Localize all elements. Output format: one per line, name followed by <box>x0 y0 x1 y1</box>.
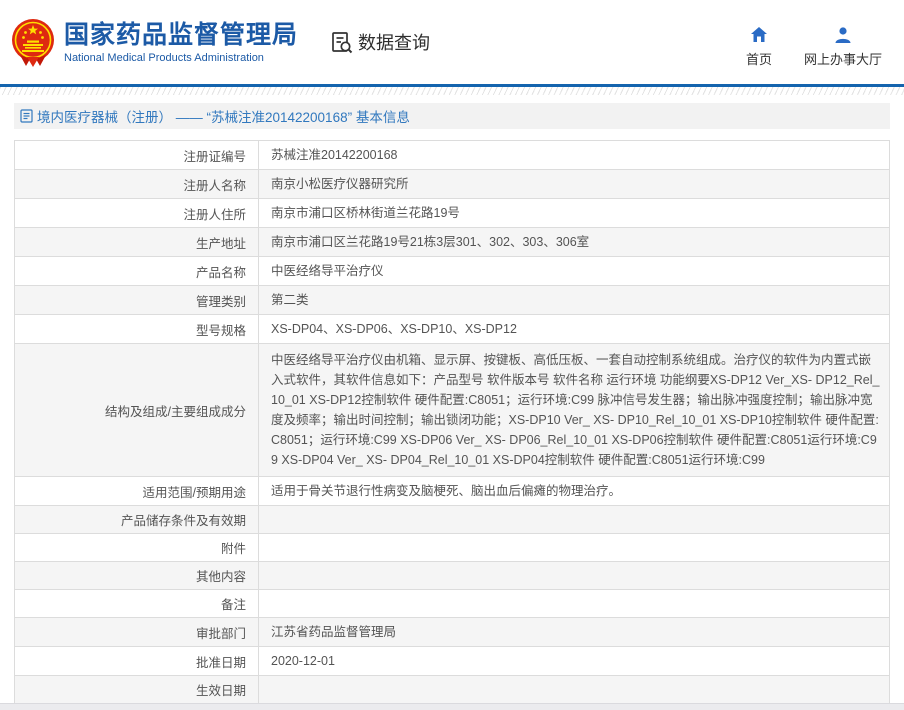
row-value: 适用于骨关节退行性病变及脑梗死、脑出血后偏瘫的物理治疗。 <box>259 477 890 506</box>
data-query-section[interactable]: 数据查询 <box>330 29 430 55</box>
row-value: 南京市浦口区兰花路19号21栋3层301、302、303、306室 <box>259 228 890 257</box>
table-row: 管理类别 第二类 <box>15 286 890 315</box>
nav-item-home[interactable]: 首页 <box>746 26 772 68</box>
table-row: 附件 <box>15 534 890 562</box>
data-query-icon <box>330 30 354 54</box>
row-value: 第二类 <box>259 286 890 315</box>
row-label: 生效日期 <box>15 676 259 704</box>
page-header: 国家药品监督管理局 National Medical Products Admi… <box>0 0 904 84</box>
row-value: 中医经络导平治疗仪 <box>259 257 890 286</box>
row-label: 产品储存条件及有效期 <box>15 506 259 534</box>
row-label: 注册证编号 <box>15 141 259 170</box>
header-nav: 首页 网上办事大厅 <box>746 26 882 68</box>
org-name-en: National Medical Products Administration <box>64 52 298 64</box>
table-row: 适用范围/预期用途 适用于骨关节退行性病变及脑梗死、脑出血后偏瘫的物理治疗。 <box>15 477 890 506</box>
row-label: 审批部门 <box>15 618 259 647</box>
footer-strip <box>0 703 904 710</box>
row-value <box>259 506 890 534</box>
row-value: 南京小松医疗仪器研究所 <box>259 170 890 199</box>
table-row: 其他内容 <box>15 562 890 590</box>
table-row: 型号规格 XS-DP04、XS-DP06、XS-DP10、XS-DP12 <box>15 315 890 344</box>
nav-item-service-hall[interactable]: 网上办事大厅 <box>804 26 882 68</box>
table-row: 批准日期 2020-12-01 <box>15 647 890 676</box>
table-row: 生产地址 南京市浦口区兰花路19号21栋3层301、302、303、306室 <box>15 228 890 257</box>
nav-item-label: 首页 <box>746 49 772 68</box>
table-row: 产品储存条件及有效期 <box>15 506 890 534</box>
info-table-body: 注册证编号 苏械注准20142200168 注册人名称 南京小松医疗仪器研究所 … <box>15 141 890 710</box>
row-value: XS-DP04、XS-DP06、XS-DP10、XS-DP12 <box>259 315 890 344</box>
row-label: 批准日期 <box>15 647 259 676</box>
nmpa-emblem-logo <box>10 17 56 67</box>
row-label: 注册人住所 <box>15 199 259 228</box>
row-value <box>259 534 890 562</box>
person-icon <box>834 26 852 44</box>
breadcrumb-text: 境内医疗器械（注册） —— “苏械注准20142200168” 基本信息 <box>37 106 410 126</box>
row-value <box>259 590 890 618</box>
table-row: 备注 <box>15 590 890 618</box>
home-icon <box>750 26 768 44</box>
table-row: 注册证编号 苏械注准20142200168 <box>15 141 890 170</box>
table-row: 注册人名称 南京小松医疗仪器研究所 <box>15 170 890 199</box>
row-label: 产品名称 <box>15 257 259 286</box>
row-label: 其他内容 <box>15 562 259 590</box>
table-row: 结构及组成/主要组成成分 中医经络导平治疗仪由机箱、显示屏、按键板、高低压板、一… <box>15 344 890 477</box>
hatch-band <box>0 87 904 95</box>
table-row: 注册人住所 南京市浦口区桥林街道兰花路19号 <box>15 199 890 228</box>
row-label: 型号规格 <box>15 315 259 344</box>
row-value: 2020-12-01 <box>259 647 890 676</box>
breadcrumb: 境内医疗器械（注册） —— “苏械注准20142200168” 基本信息 <box>14 103 890 129</box>
row-label: 附件 <box>15 534 259 562</box>
row-value <box>259 562 890 590</box>
row-label: 注册人名称 <box>15 170 259 199</box>
row-value <box>259 676 890 704</box>
row-label: 备注 <box>15 590 259 618</box>
table-row: 生效日期 <box>15 676 890 704</box>
org-name-cn: 国家药品监督管理局 <box>64 21 298 49</box>
document-icon <box>20 109 33 123</box>
row-value: 江苏省药品监督管理局 <box>259 618 890 647</box>
registration-info-table: 注册证编号 苏械注准20142200168 注册人名称 南京小松医疗仪器研究所 … <box>14 140 890 710</box>
nav-item-label: 网上办事大厅 <box>804 49 882 68</box>
table-row: 产品名称 中医经络导平治疗仪 <box>15 257 890 286</box>
table-row: 审批部门 江苏省药品监督管理局 <box>15 618 890 647</box>
org-titles: 国家药品监督管理局 National Medical Products Admi… <box>64 21 298 64</box>
main-content: 境内医疗器械（注册） —— “苏械注准20142200168” 基本信息 注册证… <box>0 103 904 710</box>
row-value: 中医经络导平治疗仪由机箱、显示屏、按键板、高低压板、一套自动控制系统组成。治疗仪… <box>259 344 890 477</box>
row-value: 南京市浦口区桥林街道兰花路19号 <box>259 199 890 228</box>
row-label: 结构及组成/主要组成成分 <box>15 344 259 477</box>
row-label: 适用范围/预期用途 <box>15 477 259 506</box>
data-query-label: 数据查询 <box>358 29 430 55</box>
row-label: 生产地址 <box>15 228 259 257</box>
row-value: 苏械注准20142200168 <box>259 141 890 170</box>
row-label: 管理类别 <box>15 286 259 315</box>
